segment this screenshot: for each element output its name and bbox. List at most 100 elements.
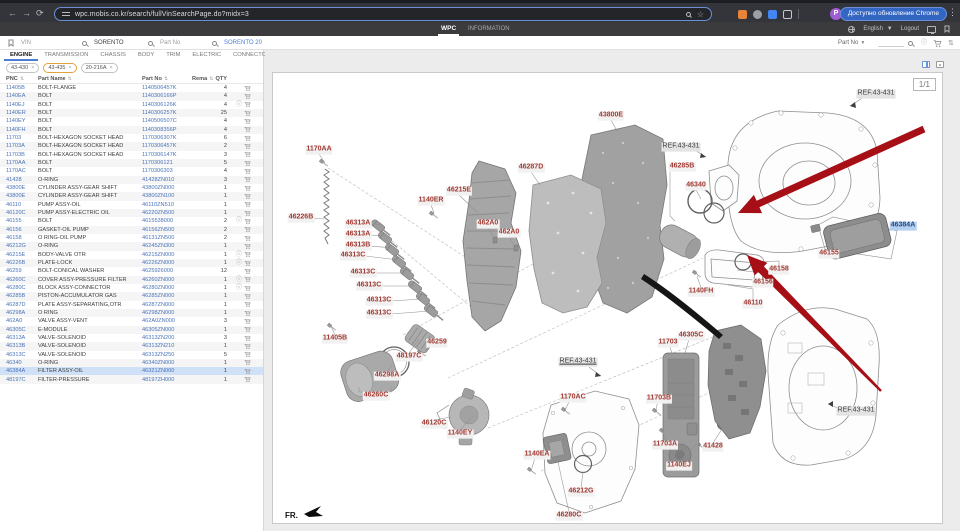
pnc-link[interactable]: 43800E (6, 185, 38, 191)
pnc-link[interactable]: 46280C (6, 285, 38, 291)
cart-icon[interactable] (244, 168, 251, 175)
part-label-462a0[interactable]: 462A0 (477, 220, 500, 229)
partno-link[interactable]: 4625926000 (142, 268, 192, 274)
partno-link[interactable]: 43800ZN100 (142, 193, 192, 199)
pnc-link[interactable]: 46313A (6, 335, 38, 341)
info-icon[interactable]: ⓘ (236, 260, 242, 266)
sort-icon[interactable]: ⇅ (164, 76, 168, 82)
quick-search-icon[interactable] (908, 36, 913, 50)
part-label-46260c[interactable]: 46260C (363, 392, 390, 401)
pnc-link[interactable]: 1170AC (6, 168, 38, 174)
table-row[interactable]: 46384AFILTER ASSY-OIL46321ZN0001 (0, 367, 263, 375)
table-row[interactable]: 46259BOLT-CONICAL WASHER462592600012 (0, 267, 263, 275)
cart-icon[interactable] (244, 318, 251, 325)
cart-icon[interactable] (244, 110, 251, 117)
tab-body[interactable]: BODY (132, 50, 160, 61)
cart-icon[interactable] (244, 135, 251, 142)
part-label-46313c[interactable]: 46313C (366, 310, 393, 319)
part-label-46212g[interactable]: 46212G (568, 488, 595, 497)
extension-icon[interactable] (783, 10, 792, 19)
pnc-link[interactable]: 46120C (6, 210, 38, 216)
extension-icon[interactable] (738, 10, 747, 19)
pnc-link[interactable]: 1140EA (6, 93, 38, 99)
table-row[interactable]: 46110PUMP ASSY-OIL46110ZN5101 (0, 201, 263, 209)
image-view-icon[interactable] (936, 61, 944, 68)
table-row[interactable]: 1140EABOLT1140306166P4 (0, 92, 263, 100)
partno-link[interactable]: 43800ZN000 (142, 185, 192, 191)
column-header[interactable]: Part No⇅ (142, 76, 192, 82)
pnc-link[interactable]: 46260C (6, 277, 38, 283)
partno-link[interactable]: 46110ZN510 (142, 202, 192, 208)
column-header[interactable]: Part Name⇅ (38, 76, 142, 82)
vin-search-icon[interactable] (82, 36, 87, 50)
partno-filter-select[interactable]: Part No▼ (838, 36, 865, 50)
partno-link[interactable]: 46220ZN500 (142, 210, 192, 216)
pnc-link[interactable]: 11703A (6, 143, 38, 149)
part-label-46158[interactable]: 46158 (768, 266, 789, 275)
partno-search-icon[interactable] (212, 36, 217, 50)
pnc-link[interactable]: 46305C (6, 327, 38, 333)
part-label-46313c[interactable]: 46313C (366, 297, 393, 306)
part-label-46305c[interactable]: 46305C (678, 332, 705, 341)
table-row[interactable]: 1170AABOLT11703061215 (0, 159, 263, 167)
part-label-43800e[interactable]: 43800E (598, 112, 624, 121)
partno-link[interactable]: 46340ZN000 (142, 360, 192, 366)
info-icon[interactable]: ⓘ (921, 36, 927, 50)
cart-icon[interactable] (244, 235, 251, 242)
tab-chassis[interactable]: CHASSIS (94, 50, 131, 61)
group-chip[interactable]: 43-435× (43, 63, 76, 73)
pnc-link[interactable]: 11703B (6, 152, 38, 158)
part-label-41428[interactable]: 41428 (702, 443, 723, 452)
bookmark-icon[interactable] (944, 25, 950, 33)
partno-link[interactable]: 46313ZN250 (142, 352, 192, 358)
pnc-link[interactable]: 11703 (6, 135, 38, 141)
cart-icon[interactable] (244, 359, 251, 366)
table-row[interactable]: 46158O RING-OIL PUMP46131ZN5002 (0, 234, 263, 242)
part-label-11405b[interactable]: 11405B (322, 335, 348, 344)
cart-icon[interactable] (244, 343, 251, 350)
chip-close-icon[interactable]: × (31, 65, 34, 71)
info-icon[interactable]: ⓘ (236, 277, 242, 283)
table-row[interactable]: 46313BVALVE-SOLENOID46313ZN2101 (0, 342, 263, 350)
pnc-link[interactable]: 46226B (6, 260, 38, 266)
sort-filter-icon[interactable]: ⇅ (948, 36, 954, 50)
table-row[interactable]: 1170ACBOLT11703063034 (0, 167, 263, 175)
table-row[interactable]: 46340O-RING46340ZN0001 (0, 359, 263, 367)
cart-icon[interactable] (244, 151, 251, 158)
reload-icon[interactable]: ⟳ (36, 7, 44, 19)
partno-link[interactable]: 46245ZN300 (142, 243, 192, 249)
pnc-link[interactable]: 46313B (6, 343, 38, 349)
cart-icon[interactable] (244, 260, 251, 267)
partno-link[interactable]: 46156ZN500 (142, 227, 192, 233)
sort-icon[interactable]: ⇅ (68, 76, 72, 82)
part-label-1170aa[interactable]: 1170AA (305, 146, 332, 155)
table-row[interactable]: 46313AVALVE-SOLENOID46313ZN2003 (0, 334, 263, 342)
cart-icon[interactable] (244, 310, 251, 317)
pnc-link[interactable]: 43800E (6, 193, 38, 199)
part-label-46384a[interactable]: 46384A (890, 222, 917, 231)
part-label-46313a[interactable]: 46313A (345, 220, 372, 229)
table-row[interactable]: 46313CVALVE-SOLENOID46313ZN2505 (0, 351, 263, 359)
tab-electric[interactable]: ELECTRIC (186, 50, 227, 61)
partno-link[interactable]: 1170306307K (142, 135, 192, 141)
pnc-link[interactable]: 1140FH (6, 127, 38, 133)
table-row[interactable]: 46298AO RING46298ZN0001 (0, 309, 263, 317)
part-label-46226b[interactable]: 46226B (288, 214, 315, 223)
part-label-1140ey[interactable]: 1140EY (447, 430, 474, 439)
table-row[interactable]: 1140EJBOLT1140306126K4ⓘ (0, 101, 263, 109)
part-label-46313c[interactable]: 46313C (340, 252, 367, 261)
partno-link[interactable]: 46321ZN000 (142, 368, 192, 374)
ref-label[interactable]: REF.43-431 (837, 407, 876, 416)
cart-icon[interactable] (244, 143, 251, 150)
ref-label[interactable]: REF.43-431 (559, 358, 598, 367)
pnc-link[interactable]: 1140EY (6, 118, 38, 124)
pnc-link[interactable]: 46215E (6, 252, 38, 258)
cart-icon[interactable] (933, 36, 942, 50)
tab-information[interactable]: INFORMATION (468, 22, 510, 36)
partno-link[interactable]: 46280ZN000 (142, 285, 192, 291)
cart-icon[interactable] (244, 276, 251, 283)
cart-icon[interactable] (244, 126, 251, 133)
cart-icon[interactable] (244, 176, 251, 183)
table-row[interactable]: 43800ECYLINDER ASSY-GEAR SHIFT43800ZN100… (0, 192, 263, 200)
table-row[interactable]: 11703BOLT-HEXAGON SOCKET HEAD1170306307K… (0, 134, 263, 142)
